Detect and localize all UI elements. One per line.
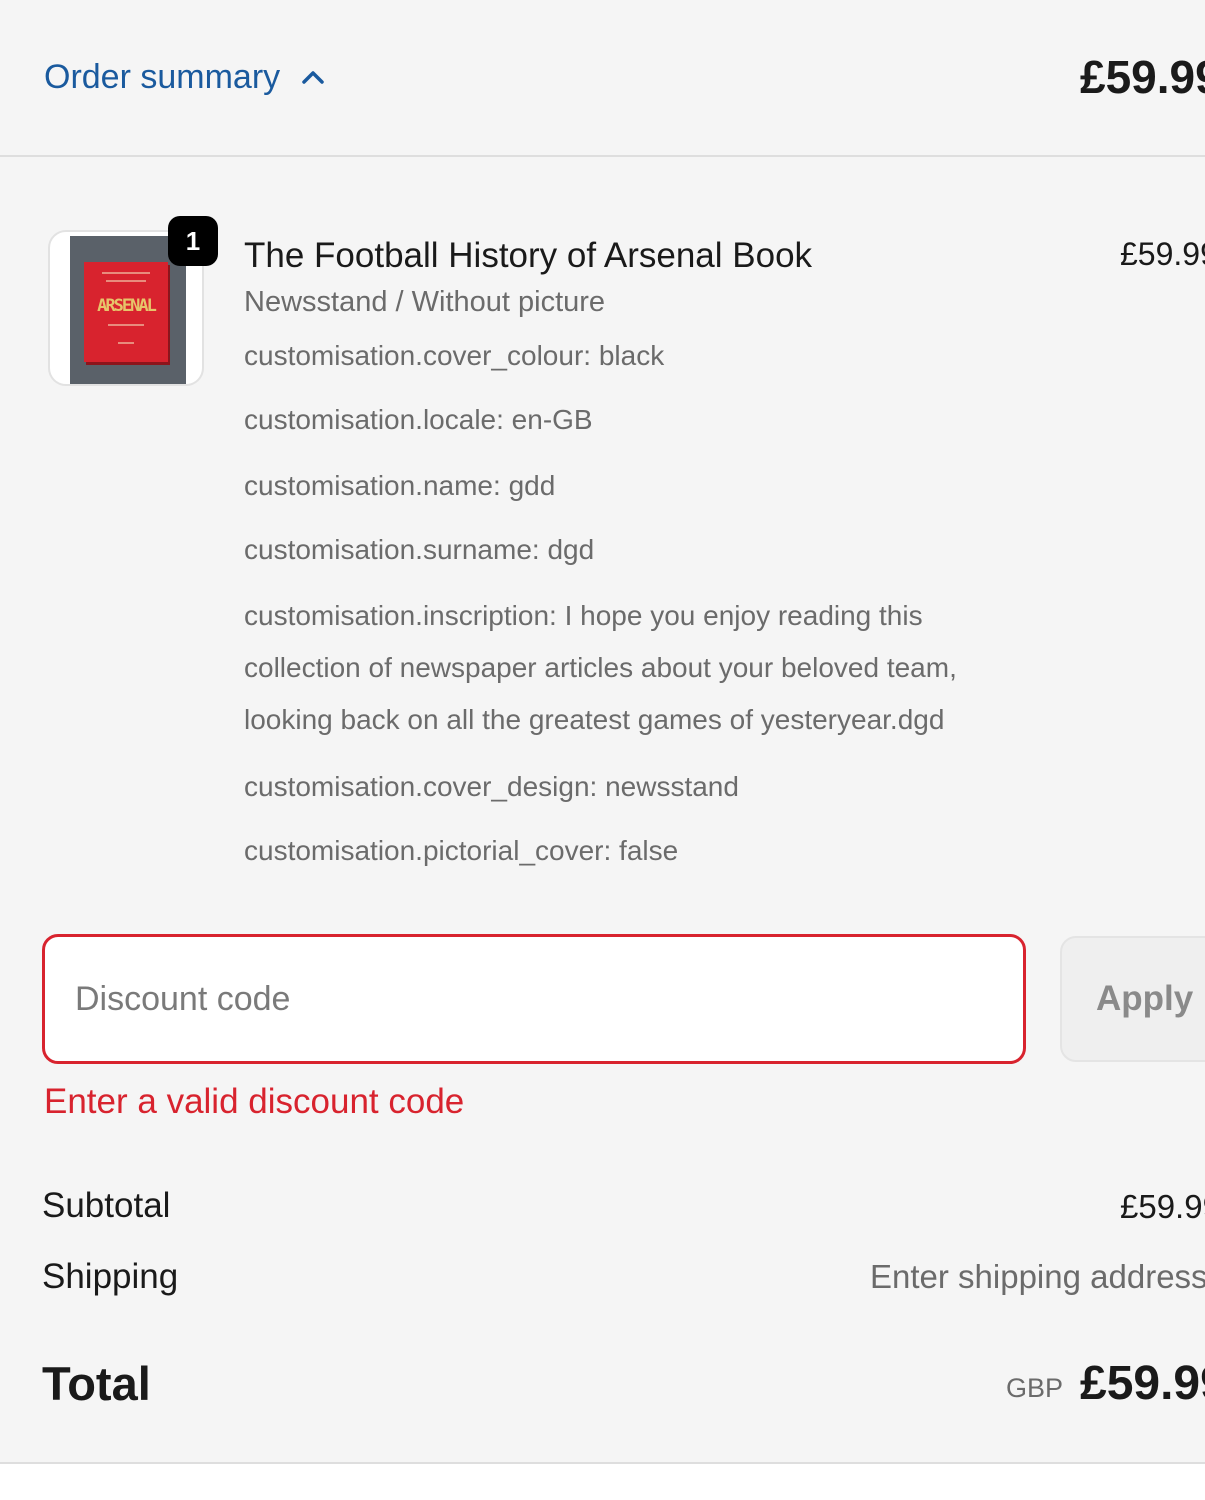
product-property: customisation.locale: en-GB	[244, 404, 593, 435]
product-property: customisation.surname: dgd	[244, 534, 595, 565]
quantity-badge: 1	[168, 216, 218, 266]
chevron-up-icon	[302, 71, 324, 84]
order-summary-panel: Order summary £59.99 ARSENAL 1 The Footb…	[0, 0, 1205, 1464]
order-summary-header: Order summary £59.99	[0, 0, 1205, 157]
book-cover-line	[108, 324, 144, 326]
discount-code-input[interactable]	[42, 934, 1026, 1064]
shipping-label: Shipping	[42, 1257, 179, 1296]
shipping-value: Enter shipping address	[870, 1258, 1205, 1295]
product-property: customisation.pictorial_cover: false	[244, 835, 679, 866]
book-cover-title: ARSENAL	[97, 296, 157, 316]
total-label: Total	[42, 1357, 151, 1410]
product-property: customisation.name: gdd	[244, 470, 556, 501]
subtotal-value: £59.99	[1120, 1188, 1205, 1225]
product-price: £59.99	[1120, 236, 1205, 272]
grand-total-value: £59.99	[1080, 1357, 1205, 1410]
apply-discount-button[interactable]: Apply	[1060, 936, 1205, 1062]
order-summary-toggle[interactable]: Order summary	[44, 56, 326, 98]
book-cover-line	[102, 272, 150, 274]
discount-error-message: Enter a valid discount code	[44, 1082, 465, 1121]
product-property: customisation.cover_colour: black	[244, 340, 665, 371]
subtotal-label: Subtotal	[42, 1186, 171, 1225]
product-property: customisation.cover_design: newsstand	[244, 771, 739, 802]
order-summary-toggle-label: Order summary	[44, 58, 281, 96]
header-total-price: £59.99	[1080, 51, 1205, 103]
currency-code: GBP	[1006, 1373, 1064, 1403]
product-title: The Football History of Arsenal Book	[244, 236, 813, 275]
book-cover-line	[118, 342, 134, 344]
book-cover-line	[106, 280, 146, 282]
product-variant: Newsstand / Without picture	[244, 286, 606, 318]
product-property-inscription: customisation.inscription: I hope you en…	[244, 600, 957, 735]
book-cover: ARSENAL	[84, 262, 168, 362]
